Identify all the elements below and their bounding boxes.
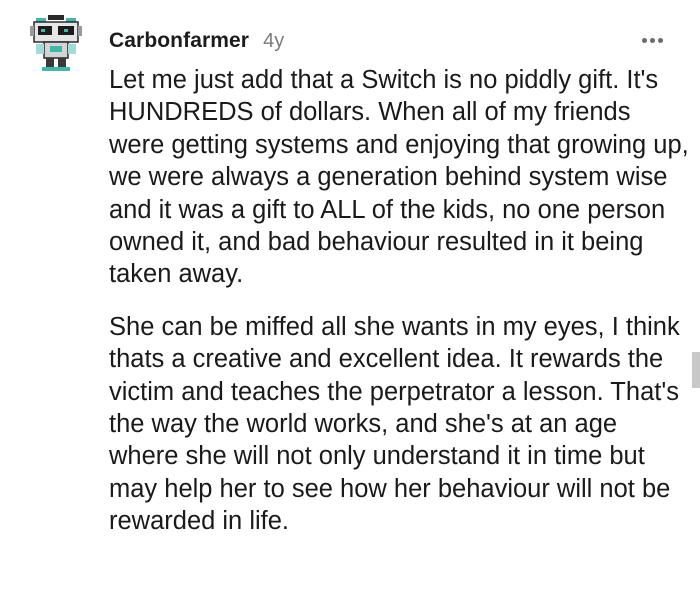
comment-paragraph: She can be miffed all she wants in my ey…: [109, 312, 680, 536]
scrollbar-thumb[interactable]: [692, 352, 700, 388]
comment-paragraph: Let me just add that a Switch is no pidd…: [109, 66, 689, 289]
comment-header: Carbonfarmer 4y: [109, 26, 284, 56]
comment-body: Let me just add that a Switch is no pidd…: [109, 64, 689, 538]
more-options-button[interactable]: [640, 32, 666, 48]
comment-card: Carbonfarmer 4y Let me just add that a S…: [0, 0, 700, 589]
robot-avatar-icon: [30, 15, 82, 71]
user-avatar[interactable]: [28, 12, 84, 72]
more-horizontal-icon: [642, 38, 647, 43]
comment-author[interactable]: Carbonfarmer: [109, 29, 249, 53]
comment-age[interactable]: 4y: [263, 30, 284, 53]
